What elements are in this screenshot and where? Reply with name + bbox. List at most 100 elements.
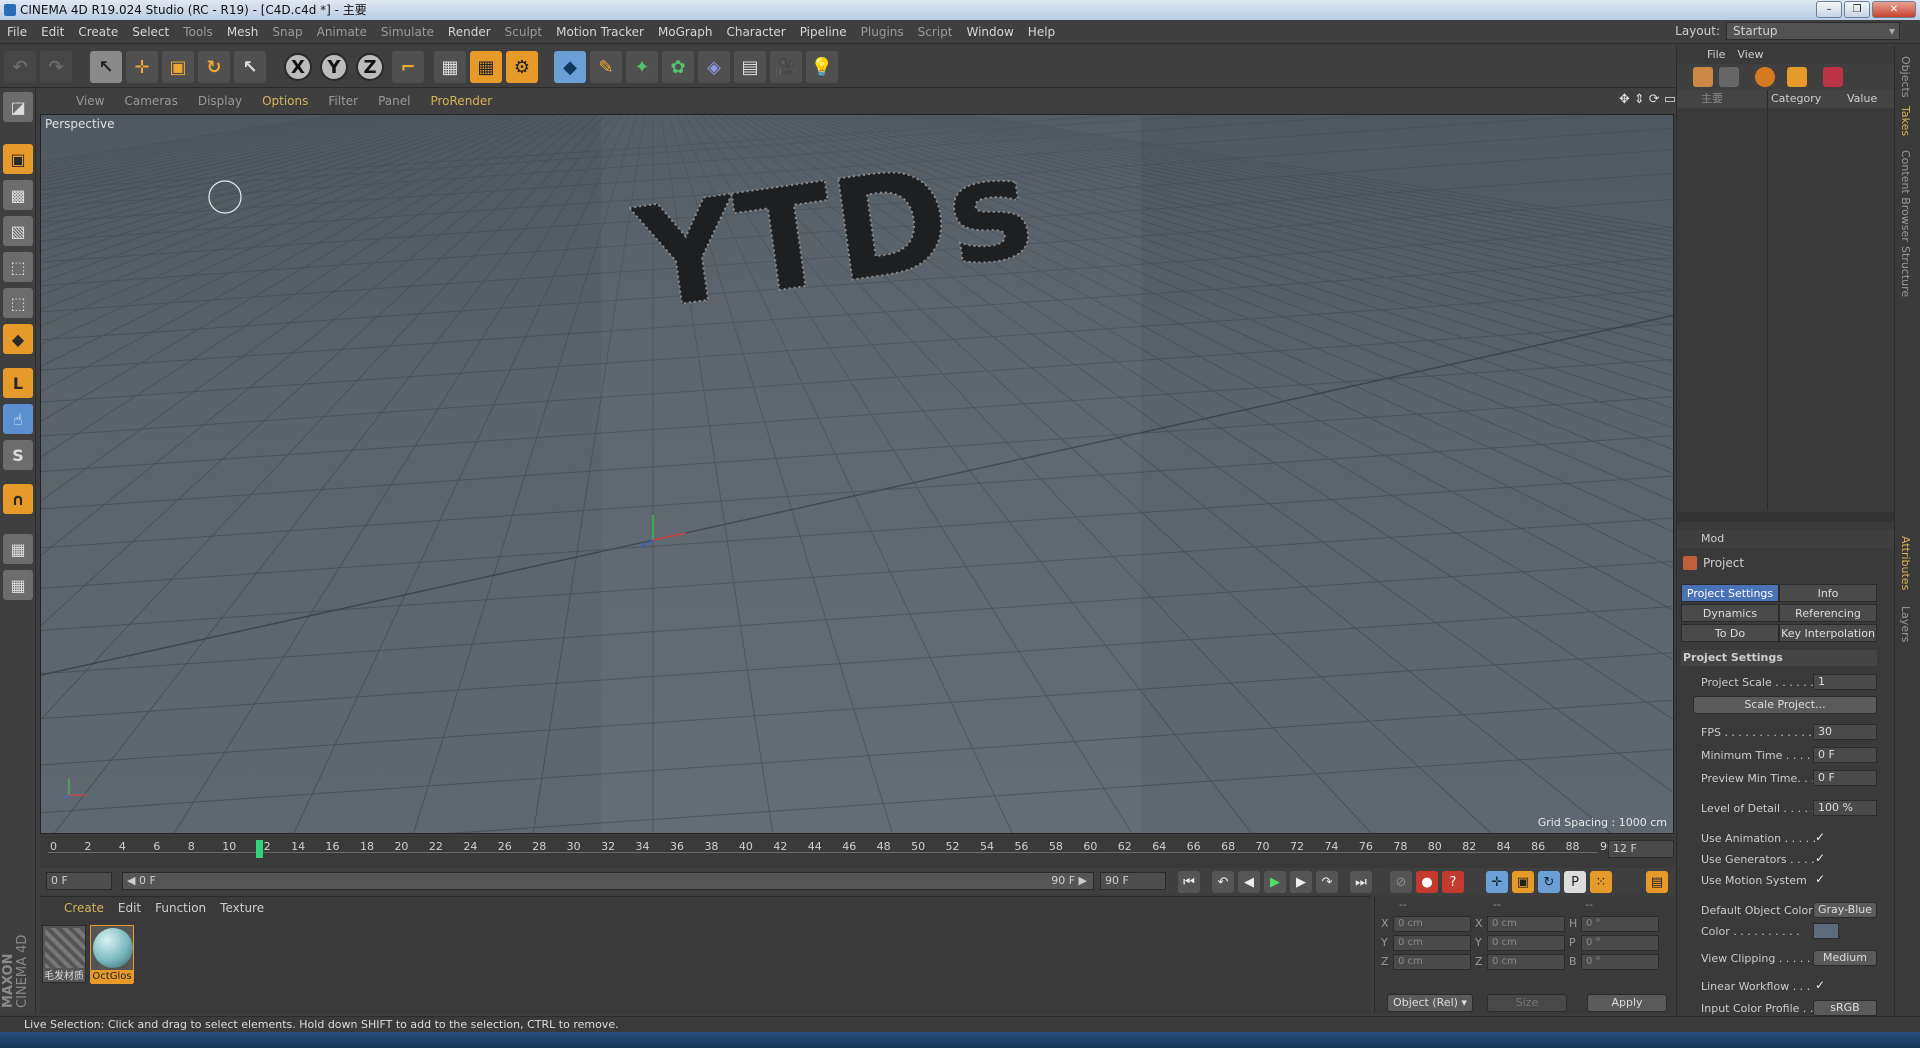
menu-file[interactable]: File <box>0 25 34 39</box>
menu-script[interactable]: Script <box>911 25 960 39</box>
menu-tools[interactable]: Tools <box>176 25 220 39</box>
attributes-mode-menu[interactable]: Mod <box>1701 532 1724 545</box>
material-menu-edit[interactable]: Edit <box>118 901 141 915</box>
viewport-menu-cameras[interactable]: Cameras <box>114 94 187 108</box>
y-axis-icon[interactable]: Y <box>320 53 348 81</box>
fps-field[interactable]: 30 <box>1813 724 1877 740</box>
move-icon[interactable]: ✛ <box>126 51 158 83</box>
axis-mode-icon[interactable]: L <box>3 368 33 398</box>
pen-spline-icon[interactable]: ✎ <box>590 51 622 83</box>
rotate-icon[interactable]: ↻ <box>198 51 230 83</box>
menu-pipeline[interactable]: Pipeline <box>793 25 854 39</box>
om-menu-view[interactable]: View <box>1737 46 1763 64</box>
deformer-icon[interactable]: ◈ <box>698 51 730 83</box>
x-axis-icon[interactable]: X <box>284 53 312 81</box>
tab-dynamics[interactable]: Dynamics <box>1681 604 1779 622</box>
maximize-view-icon[interactable]: ▭ <box>1664 92 1676 107</box>
play-icon[interactable]: ▶ <box>1264 871 1286 893</box>
use-animation-checkbox[interactable]: ✓ <box>1815 830 1825 844</box>
material-menu-create[interactable]: Create <box>64 901 104 915</box>
side-tab-objects[interactable]: Objects <box>1899 56 1912 98</box>
previous-frame-icon[interactable]: ◀ <box>1238 871 1260 893</box>
record-point-level-icon[interactable]: ⁙ <box>1590 871 1612 893</box>
preview-range-slider[interactable]: ◀ 0 F 90 F ▶ <box>122 872 1094 890</box>
menu-animate[interactable]: Animate <box>310 25 374 39</box>
viewport-menu-filter[interactable]: Filter <box>318 94 368 108</box>
pan-icon[interactable]: ✥ <box>1619 92 1630 107</box>
rotation-field[interactable]: 0 ° <box>1581 935 1659 951</box>
viewport-menu-prorender[interactable]: ProRender <box>420 94 502 108</box>
floor-icon[interactable]: ▤ <box>734 51 766 83</box>
lock-workplane-icon[interactable]: ▦ <box>3 534 33 564</box>
menu-select[interactable]: Select <box>125 25 176 39</box>
scale-icon[interactable]: ▣ <box>162 51 194 83</box>
z-axis-icon[interactable]: Z <box>356 53 384 81</box>
current-frame-field[interactable]: 12 F <box>1608 840 1674 858</box>
edges-mode-icon[interactable]: ⬚ <box>3 288 33 318</box>
size-mode-dropdown[interactable]: Size <box>1487 994 1567 1012</box>
linear-workflow-checkbox[interactable]: ✓ <box>1815 978 1825 992</box>
tab-project-settings[interactable]: Project Settings <box>1681 584 1779 602</box>
autokey-icon[interactable]: ● <box>1416 871 1438 893</box>
color-swatch[interactable] <box>1813 923 1839 939</box>
cloner-icon[interactable]: ✿ <box>662 51 694 83</box>
orbit-icon[interactable]: ⟳ <box>1649 92 1660 107</box>
level-of-detail-field[interactable]: 100 % <box>1813 800 1877 816</box>
material-menu-function[interactable]: Function <box>155 901 206 915</box>
menu-simulate[interactable]: Simulate <box>374 25 441 39</box>
viewport-menu-display[interactable]: Display <box>188 94 252 108</box>
subdivision-icon[interactable]: ✦ <box>626 51 658 83</box>
menu-motion-tracker[interactable]: Motion Tracker <box>549 25 651 39</box>
add-take-icon[interactable] <box>1693 67 1713 87</box>
record-position-icon[interactable]: ✛ <box>1486 871 1508 893</box>
tab-info[interactable]: Info <box>1779 584 1877 602</box>
scale-project-button[interactable]: Scale Project... <box>1693 696 1877 714</box>
auto-take-icon[interactable] <box>1755 67 1775 87</box>
keyframe-selection-icon[interactable]: ? <box>1442 871 1464 893</box>
zoom-icon[interactable]: ⇕ <box>1634 92 1645 107</box>
menu-sculpt[interactable]: Sculpt <box>498 25 549 39</box>
size-field[interactable]: 0 cm <box>1487 954 1565 970</box>
cube-icon[interactable]: ◆ <box>554 51 586 83</box>
record-keys-icon[interactable]: ⊘ <box>1390 871 1412 893</box>
go-to-end-icon[interactable]: ⏭ <box>1350 871 1372 893</box>
viewport-menu-panel[interactable]: Panel <box>368 94 420 108</box>
size-field[interactable]: 0 cm <box>1487 935 1565 951</box>
size-field[interactable]: 0 cm <box>1487 916 1565 932</box>
render-take-icon[interactable] <box>1823 67 1843 87</box>
lock-take-icon[interactable] <box>1787 67 1807 87</box>
render-view-icon[interactable]: ▦ <box>434 51 466 83</box>
close-button[interactable]: ✕ <box>1872 1 1916 18</box>
render-settings-icon[interactable]: ⚙ <box>506 51 538 83</box>
rotation-field[interactable]: 0 ° <box>1581 916 1659 932</box>
go-to-start-icon[interactable]: ⏮ <box>1178 871 1200 893</box>
material-hair[interactable]: 毛发材质 <box>42 925 86 983</box>
previous-key-icon[interactable]: ↶ <box>1212 871 1234 893</box>
default-object-color-dropdown[interactable]: Gray-Blue <box>1813 902 1877 918</box>
layout-dropdown[interactable]: Startup <box>1726 22 1900 40</box>
menu-render[interactable]: Render <box>441 25 498 39</box>
menu-help[interactable]: Help <box>1021 25 1062 39</box>
menu-create[interactable]: Create <box>71 25 125 39</box>
side-tab-structure[interactable]: Structure <box>1899 246 1912 297</box>
position-field[interactable]: 0 cm <box>1393 954 1471 970</box>
menu-character[interactable]: Character <box>719 25 792 39</box>
perspective-viewport[interactable]: YTDs Perspective Grid Spacing : 1000 cm <box>40 114 1674 834</box>
position-field[interactable]: 0 cm <box>1393 935 1471 951</box>
next-frame-icon[interactable]: ▶ <box>1290 871 1312 893</box>
om-menu-file[interactable]: File <box>1707 46 1725 64</box>
model-mode-icon[interactable]: ▣ <box>3 144 33 174</box>
playhead[interactable] <box>256 840 263 858</box>
menu-edit[interactable]: Edit <box>34 25 71 39</box>
tweak-mode-icon[interactable]: ☝ <box>3 404 33 434</box>
snap-icon[interactable]: ∩ <box>3 484 33 514</box>
camera-icon[interactable]: 🎥 <box>770 51 802 83</box>
use-generators-checkbox[interactable]: ✓ <box>1815 851 1825 865</box>
record-parameter-icon[interactable]: P <box>1564 871 1586 893</box>
next-key-icon[interactable]: ↷ <box>1316 871 1338 893</box>
takes-scrollbar[interactable] <box>1677 512 1895 522</box>
side-tab-layers[interactable]: Layers <box>1899 606 1912 642</box>
texture-mode-icon[interactable]: ▩ <box>3 180 33 210</box>
minimize-button[interactable]: – <box>1816 1 1842 18</box>
minimum-time-field[interactable]: 0 F <box>1813 747 1877 763</box>
